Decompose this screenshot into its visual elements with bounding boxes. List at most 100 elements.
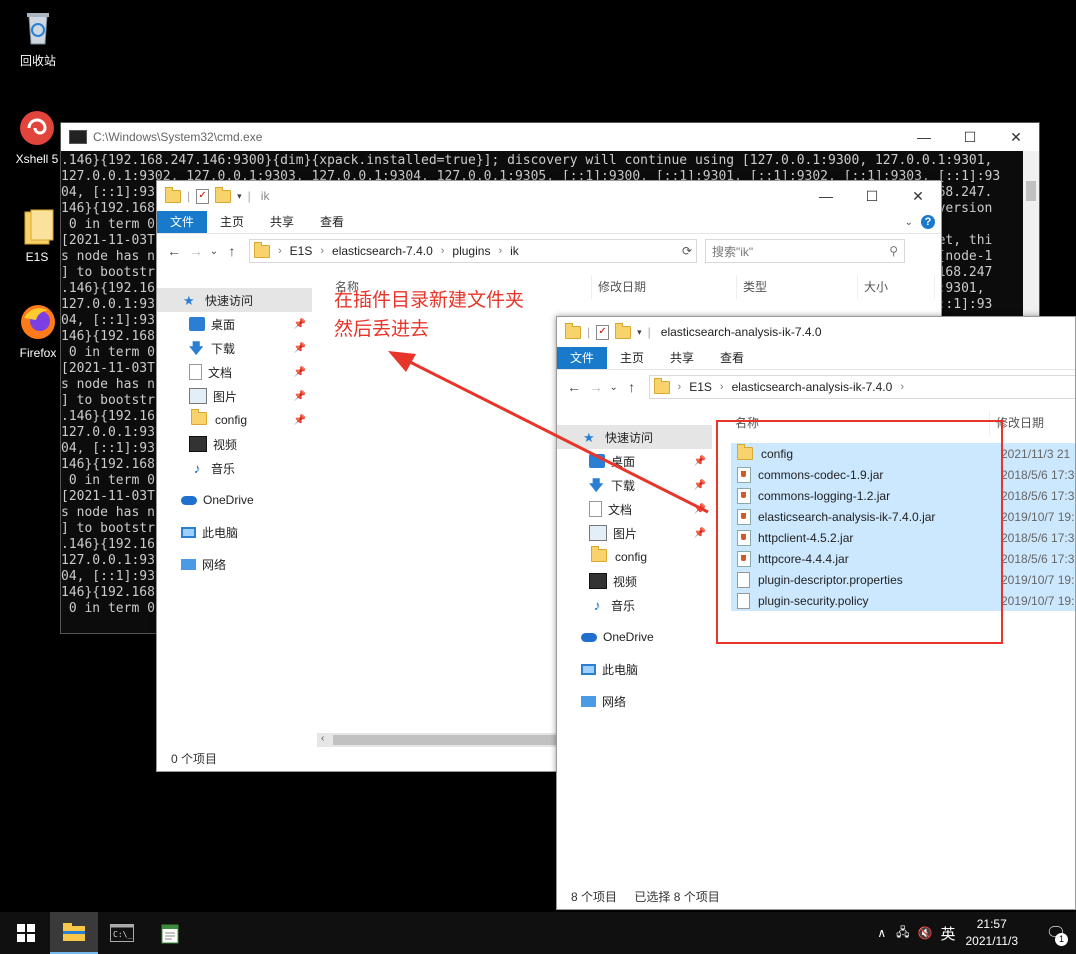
pin-icon: 📌 [293,390,306,402]
ribbon-tabs: 文件 主页 共享 查看 ⌄ ? [157,211,941,234]
breadcrumb-item[interactable]: ik [510,244,519,258]
this-pc-icon [581,663,596,675]
pin-icon: 📌 [293,342,306,354]
customize-chevron-icon[interactable]: ▾ [237,191,242,202]
sidebar-item-music[interactable]: ♪ 音乐 [557,593,712,617]
column-date[interactable]: 修改日期 [592,275,737,299]
forward-icon[interactable]: → [185,243,207,259]
pin-icon: 📌 [293,366,306,378]
sidebar-item-videos[interactable]: 视频 [557,569,712,593]
pictures-icon [589,525,607,541]
maximize-button[interactable]: ☐ [947,129,993,146]
cmd-titlebar[interactable]: C:\Windows\System32\cmd.exe — ☐ ✕ [61,123,1039,151]
minimize-button[interactable]: — [803,188,849,205]
sidebar-item-onedrive[interactable]: OneDrive [557,625,712,649]
sidebar-item-music[interactable]: ♪ 音乐 [157,456,312,480]
pin-icon: 📌 [293,318,306,330]
clock-time: 21:57 [976,917,1007,931]
star-icon: ★ [183,293,195,308]
folder-icon [254,241,270,258]
address-bar[interactable]: › E1S › elasticsearch-7.4.0 › plugins › … [249,239,697,263]
selection-count: 已选择 8 个项目 [634,890,720,904]
recent-chevron-icon[interactable]: ⌄ [207,246,221,257]
close-button[interactable]: ✕ [895,188,941,205]
breadcrumb-item[interactable]: plugins [452,244,490,258]
sidebar-item-this-pc[interactable]: 此电脑 [557,657,712,681]
clock-date: 2021/11/3 [965,934,1019,948]
sidebar-item-documents[interactable]: 文档📌 [157,360,312,384]
windows-icon [17,924,35,942]
column-size[interactable]: 大小 [858,275,935,299]
recycle-bin-icon [18,8,58,48]
breadcrumb-item[interactable]: elasticsearch-7.4.0 [332,244,433,258]
sidebar-item-pictures[interactable]: 图片 📌 [157,384,312,408]
sidebar-item-desktop[interactable]: 桌面 📌 [157,312,312,336]
back-icon[interactable]: ← [163,243,185,259]
network-tray-icon[interactable]: 🖧 [896,923,909,944]
sidebar-item-this-pc[interactable]: 此电脑 [157,520,312,544]
sidebar-item-quick-access[interactable]: ★ 快速访问 [157,288,312,312]
taskbar-cmd[interactable]: C:\_ [98,912,146,954]
taskbar-notepad[interactable] [146,912,194,954]
horizontal-scrollbar[interactable]: ‹ [317,733,557,747]
sidebar-item-config[interactable]: config 📌 [157,408,312,432]
sidebar-item-downloads[interactable]: 🡇 下载 📌 [157,336,312,360]
folder-icon [591,546,607,562]
breadcrumb-item[interactable]: E1S [290,244,313,258]
clock[interactable]: 21:57 2021/11/3 [966,916,1019,950]
desktop-icon [189,317,205,331]
sidebar-item-config[interactable]: config [557,545,712,569]
notepad-icon [161,924,179,944]
tab-file[interactable]: 文件 [157,211,208,233]
scrollbar-thumb[interactable] [1026,181,1036,201]
download-icon: 🡇 [189,340,204,356]
window-title: ik [260,189,270,203]
sidebar-item-pictures[interactable]: 图片 📌 [557,521,712,545]
properties-icon[interactable]: ✓ [196,188,210,204]
scrollbar-thumb[interactable] [333,735,557,745]
firefox-icon [18,302,58,342]
tab-view[interactable]: 查看 [307,211,357,233]
recycle-bin-desktop-icon[interactable]: 回收站 [6,8,70,69]
sidebar-item-network[interactable]: 网络 [157,552,312,576]
xshell-icon [17,108,57,148]
action-center-button[interactable]: 🗨 1 [1036,912,1076,954]
cmd-output-line: .146}{192.168.247.146:9300}{dim}{xpack.i… [61,153,993,168]
tab-home[interactable]: 主页 [207,211,257,233]
breadcrumb-item[interactable]: elasticsearch-analysis-ik-7.4.0 [732,380,893,394]
navigation-pane: ★ 快速访问 桌面 📌 🡇 下载 📌 文档 📌 图片 📌 config 📌 视频 ♪ 音乐 On… [157,288,312,576]
search-box[interactable]: 搜索"ik" ⚲ [705,239,905,263]
search-icon: ⚲ [889,244,898,258]
explorer-titlebar[interactable]: | ✓ ▾ | ik — ☐ ✕ [157,181,941,211]
volume-muted-icon[interactable]: 🔇 [918,926,933,940]
refresh-icon[interactable]: ⟳ [682,244,692,258]
tab-share[interactable]: 共享 [257,211,307,233]
close-button[interactable]: ✕ [993,129,1039,146]
help-icon[interactable]: ? [921,215,935,229]
minimize-button[interactable]: — [901,129,947,146]
properties-icon[interactable]: ✓ [596,324,610,340]
maximize-button[interactable]: ☐ [849,188,895,205]
expand-ribbon-icon[interactable]: ⌄ [905,217,913,228]
folder-icon [191,409,207,425]
navigation-bar: ← → ⌄ ↑ › E1S › elasticsearch-7.4.0 › pl… [157,234,941,268]
up-icon[interactable]: ↑ [221,243,243,259]
sidebar-item-network[interactable]: 网络 [557,689,712,713]
arrow-head [388,351,416,372]
sidebar-item-onedrive[interactable]: OneDrive [157,488,312,512]
ime-indicator[interactable]: 英 [940,923,955,944]
new-folder-icon[interactable] [215,186,232,203]
pin-icon: 📌 [693,527,706,539]
chevron-up-icon[interactable]: ∧ [877,926,886,940]
sidebar-item-videos[interactable]: 视频 [157,432,312,456]
svg-text:C:\_: C:\_ [113,930,132,939]
annotation-line-1: 在插件目录新建文件夹 [334,290,525,311]
start-button[interactable] [2,912,50,954]
taskbar-file-explorer[interactable] [50,912,98,954]
documents-icon [189,364,202,380]
customize-chevron-icon[interactable]: ▾ [637,327,642,338]
folder-icon [165,186,181,203]
new-folder-icon[interactable] [615,322,632,339]
column-type[interactable]: 类型 [737,275,858,299]
search-input[interactable]: 搜索"ik" [712,243,753,260]
